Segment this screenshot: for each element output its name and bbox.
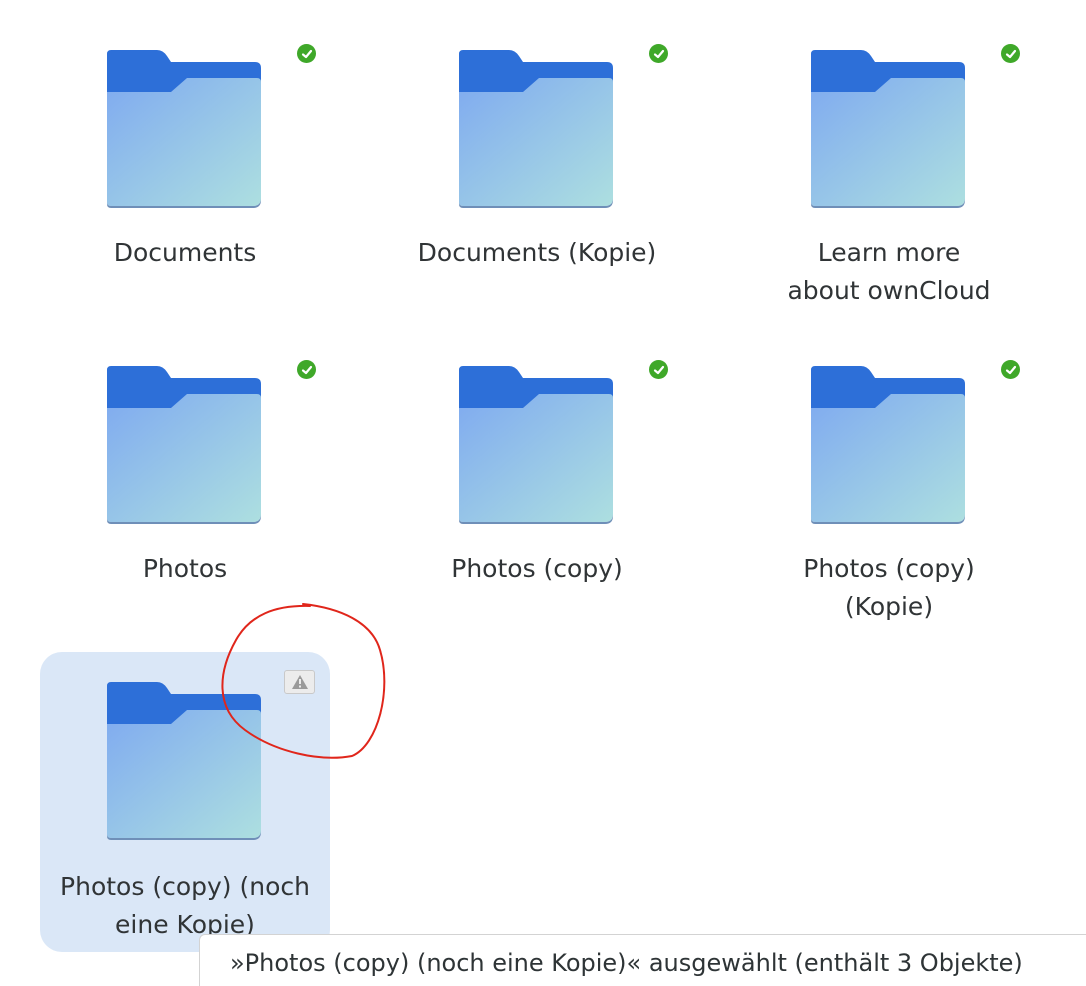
folder-label: Documents	[113, 238, 257, 267]
folder-icon	[457, 48, 615, 208]
folder-item-photos-copy[interactable]: Photos (copy)	[392, 316, 682, 616]
checkmark-badge-icon	[1001, 44, 1020, 63]
folder-label: Photos (copy) (noch eine Kopie)	[60, 872, 310, 939]
folder-icon	[809, 48, 967, 208]
folder-icon	[809, 364, 967, 524]
folder-item-photos-copy-noch-eine-kopie[interactable]: Photos (copy) (noch eine Kopie)	[40, 652, 330, 952]
checkmark-badge-icon	[297, 360, 316, 379]
warning-badge-icon	[284, 670, 315, 694]
checkmark-badge-icon	[297, 44, 316, 63]
checkmark-badge-icon	[649, 44, 668, 63]
selection-status-bar: »Photos (copy) (noch eine Kopie)« ausgew…	[199, 934, 1086, 986]
folder-label: Documents (Kopie)	[417, 238, 657, 267]
folder-label: Photos (copy)	[451, 554, 623, 583]
folder-item-photos-copy-kopie[interactable]: Photos (copy) (Kopie)	[744, 316, 1034, 621]
folder-label: Photos	[142, 554, 228, 583]
checkmark-badge-icon	[649, 360, 668, 379]
folder-item-documents-kopie[interactable]: Documents (Kopie)	[392, 0, 682, 300]
folder-label: Learn more about ownCloud	[787, 238, 991, 305]
folder-icon	[105, 364, 263, 524]
folder-icon	[457, 364, 615, 524]
checkmark-badge-icon	[1001, 360, 1020, 379]
file-grid-view: Documents Documents (Kopie) Learn more a…	[0, 0, 1086, 986]
folder-icon	[105, 48, 263, 208]
folder-label: Photos (copy) (Kopie)	[803, 554, 975, 621]
folder-item-learn-more[interactable]: Learn more about ownCloud	[744, 0, 1034, 305]
folder-item-photos[interactable]: Photos	[40, 316, 330, 616]
folder-item-documents[interactable]: Documents	[40, 0, 330, 300]
folder-icon	[105, 680, 263, 840]
